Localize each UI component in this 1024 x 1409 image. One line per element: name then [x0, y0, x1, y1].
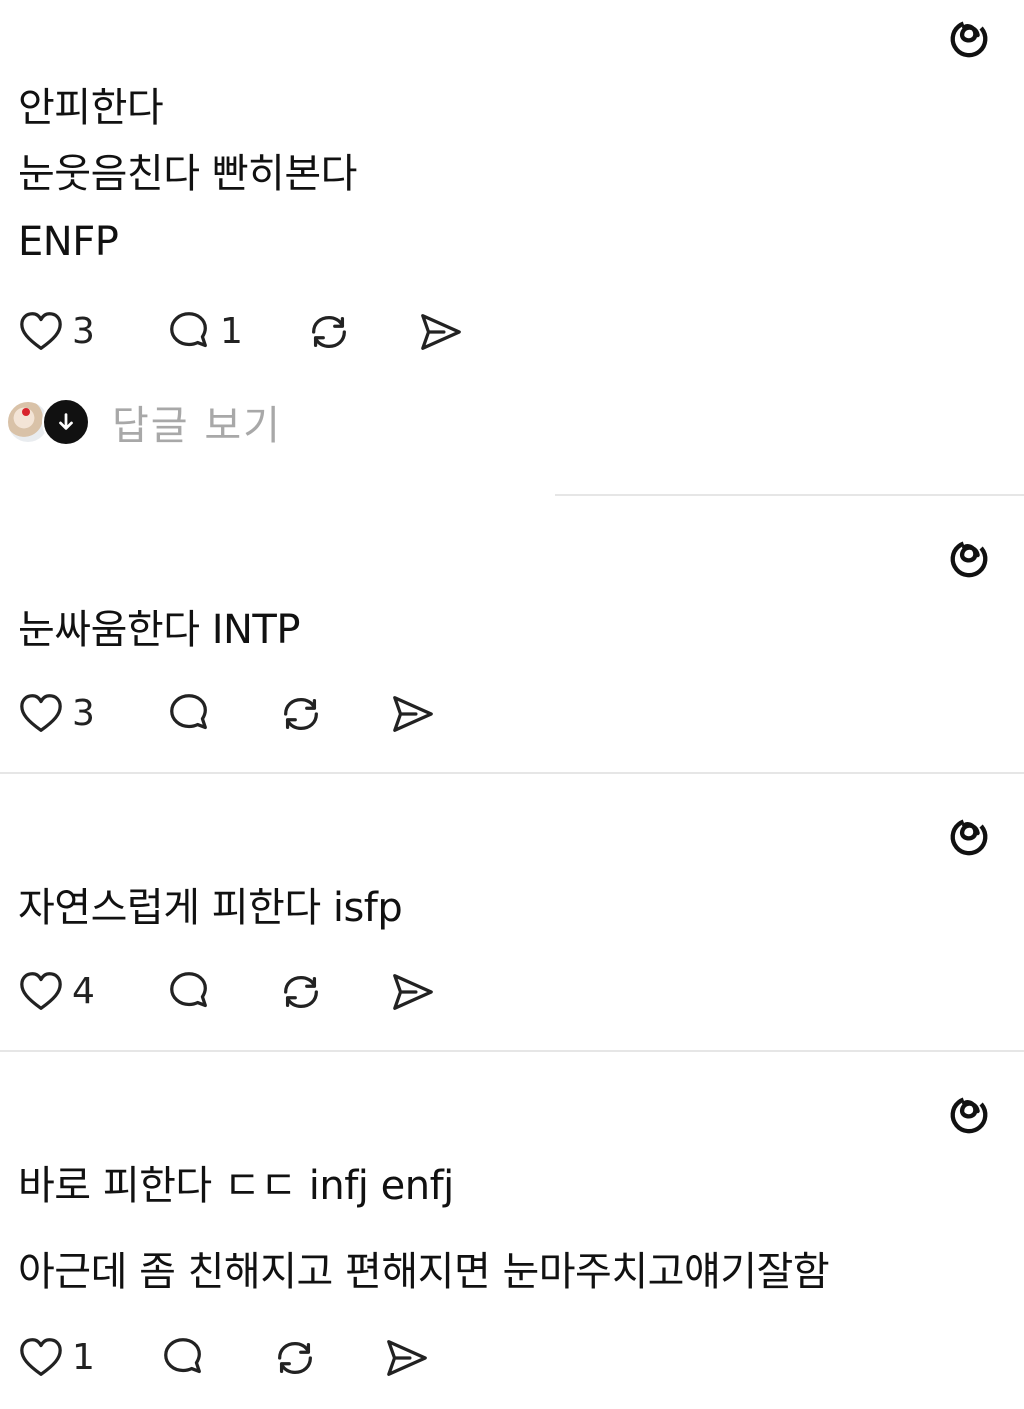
- comment-button[interactable]: 1: [166, 308, 243, 356]
- share-button[interactable]: [418, 308, 464, 356]
- divider: [555, 494, 1024, 496]
- send-icon: [390, 969, 436, 1015]
- repost-icon: [278, 969, 324, 1015]
- post-text-line: 바로 피한다 ㄷㄷ infj enfj: [18, 1163, 454, 1209]
- comment-icon: [160, 1335, 206, 1381]
- repost-icon: [306, 309, 352, 355]
- like-button[interactable]: 3: [18, 690, 95, 738]
- threads-icon[interactable]: [946, 534, 992, 580]
- repost-icon: [278, 691, 324, 737]
- send-icon: [390, 691, 436, 737]
- like-button[interactable]: 1: [18, 1334, 95, 1382]
- comment-icon: [166, 309, 212, 355]
- post-text-line: 자연스럽게 피한다 isfp: [18, 885, 403, 931]
- post-text-line: ENFP: [18, 219, 119, 265]
- comment-icon: [166, 969, 212, 1015]
- repost-icon: [272, 1335, 318, 1381]
- post-text-line: 눈싸움한다 INTP: [18, 607, 301, 653]
- share-button[interactable]: [384, 1334, 430, 1382]
- repost-button[interactable]: [272, 1334, 318, 1382]
- repost-button[interactable]: [306, 308, 352, 356]
- comment-count: 1: [220, 311, 243, 352]
- threads-icon[interactable]: [946, 14, 992, 60]
- threads-icon[interactable]: [946, 1090, 992, 1136]
- send-icon: [384, 1335, 430, 1381]
- send-icon: [418, 309, 464, 355]
- heart-icon: [18, 1335, 64, 1381]
- heart-icon: [18, 309, 64, 355]
- post-text-line: 안피한다: [18, 85, 164, 131]
- divider: [0, 1050, 1024, 1052]
- like-button[interactable]: 3: [18, 308, 95, 356]
- heart-icon: [18, 969, 64, 1015]
- heart-icon: [18, 691, 64, 737]
- repost-button[interactable]: [278, 968, 324, 1016]
- repost-button[interactable]: [278, 690, 324, 738]
- divider: [0, 772, 1024, 774]
- threads-icon[interactable]: [946, 812, 992, 858]
- comment-button[interactable]: [166, 690, 212, 738]
- share-button[interactable]: [390, 690, 436, 738]
- view-replies-link[interactable]: 답글 보기: [112, 393, 282, 451]
- comment-icon: [166, 691, 212, 737]
- like-count: 4: [72, 971, 95, 1012]
- like-count: 3: [72, 693, 95, 734]
- arrow-down-icon: [42, 398, 90, 446]
- like-count: 3: [72, 311, 95, 352]
- like-count: 1: [72, 1337, 95, 1378]
- post-text-line: 눈웃음친다 빤히본다: [18, 151, 357, 197]
- comment-button[interactable]: [160, 1334, 206, 1382]
- like-button[interactable]: 4: [18, 968, 95, 1016]
- post-text-line: 아근데 좀 친해지고 편해지면 눈마주치고얘기잘함: [18, 1249, 830, 1295]
- share-button[interactable]: [390, 968, 436, 1016]
- comment-button[interactable]: [166, 968, 212, 1016]
- view-replies-row[interactable]: 답글 보기: [6, 398, 282, 449]
